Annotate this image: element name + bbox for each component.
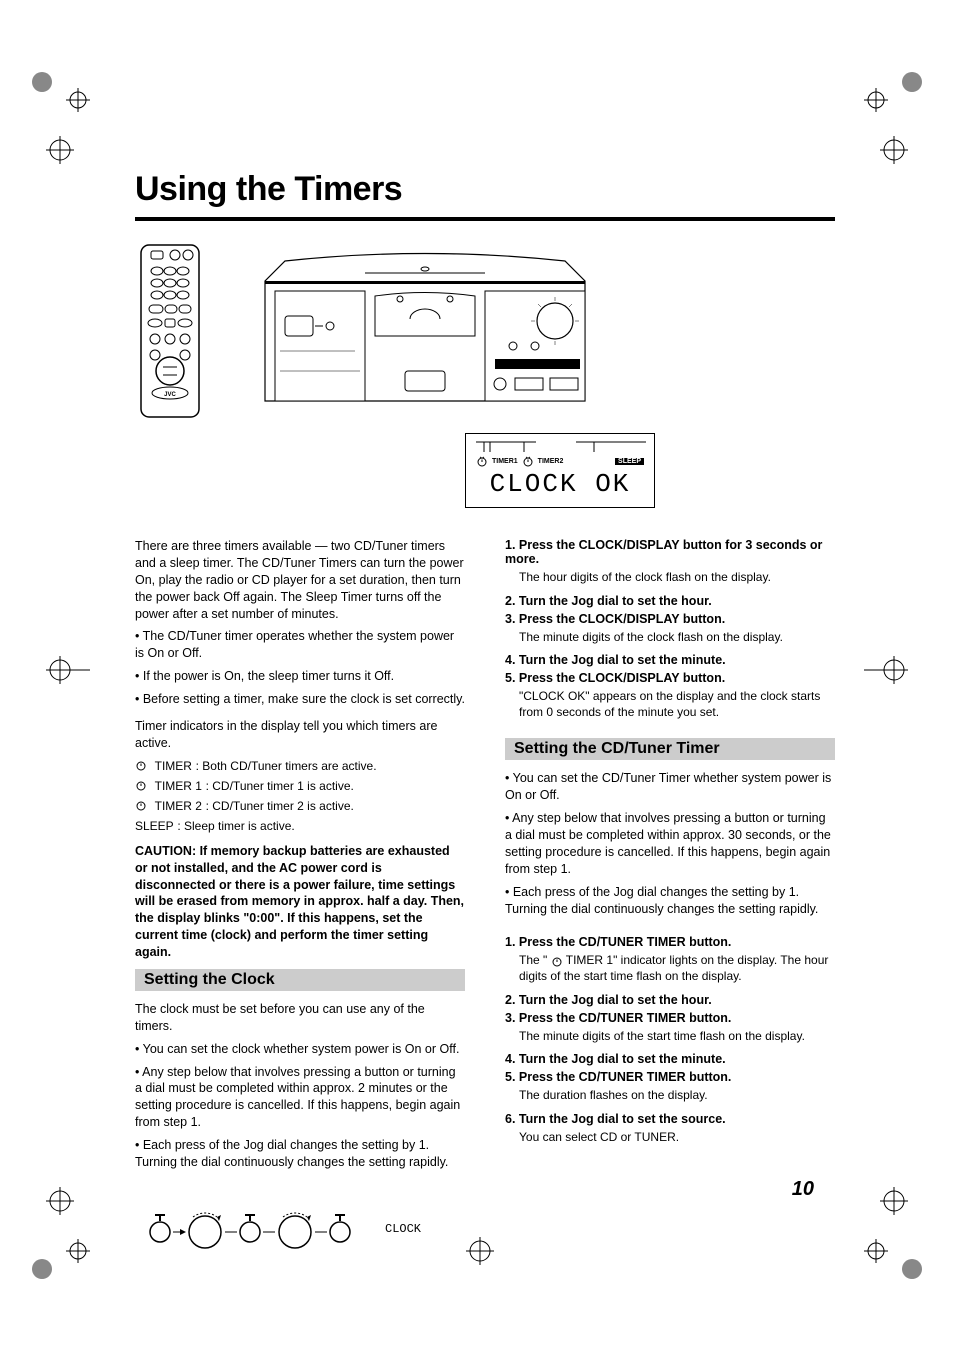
- clock-intro-0: The clock must be set before you can use…: [135, 1001, 465, 1035]
- cd-intro-0: • You can set the CD/Tuner Timer whether…: [505, 770, 835, 804]
- cd-step-3: 3. Press the CD/TUNER TIMER button.: [505, 1011, 731, 1025]
- indicator-0-label: TIMER: [155, 759, 192, 773]
- cd-step-6: 6. Turn the Jog dial to set the source.: [505, 1112, 726, 1126]
- indicators-intro: Timer indicators in the display tell you…: [135, 718, 465, 752]
- display-sleep-label: SLEEP: [615, 458, 644, 465]
- cd-step-2: 2. Turn the Jog dial to set the hour.: [505, 993, 712, 1007]
- heading-cd-timer: Setting the CD/Tuner Timer: [505, 738, 835, 760]
- indicator-2-label: TIMER 2: [155, 799, 202, 813]
- cd-step-1: 1. Press the CD/TUNER TIMER button.: [505, 935, 731, 949]
- regmark-mr: [864, 640, 924, 700]
- intro-para-0: There are three timers available — two C…: [135, 538, 465, 622]
- regmark-ml: [30, 640, 90, 700]
- indicator-0-desc: Both CD/Tuner timers are active.: [202, 759, 376, 773]
- timer-icon: [135, 759, 147, 771]
- clock-step-3-note: The minute digits of the clock flash on …: [519, 630, 835, 646]
- intro-para-3: • Before setting a timer, make sure the …: [135, 691, 465, 708]
- main-unit-figure: [235, 241, 615, 411]
- remote-control-figure: JVC: [135, 241, 205, 421]
- diagram-text: CLOCK OK: [385, 1222, 425, 1236]
- page-number: 10: [792, 1178, 814, 1201]
- timer-icon: [551, 955, 563, 967]
- clock-set-diagram: CLOCK OK: [145, 1197, 425, 1267]
- cd-step-5: 5. Press the CD/TUNER TIMER button.: [505, 1070, 731, 1084]
- clock-intro-1: • You can set the clock whether system p…: [135, 1041, 465, 1058]
- indicator-2-desc: CD/Tuner timer 2 is active.: [212, 799, 354, 813]
- page-title: Using the Timers: [135, 170, 835, 209]
- intro-para-1: • The CD/Tuner timer operates whether th…: [135, 628, 465, 662]
- regmark-tl2: [30, 120, 90, 180]
- clock-step-3: 3. Press the CLOCK/DISPLAY button.: [505, 612, 725, 626]
- timer-icon: [135, 799, 147, 811]
- timer-icon: [522, 455, 534, 467]
- timer-icon: [476, 455, 488, 467]
- timer-icon: [135, 779, 147, 791]
- intro-para-2: • If the power is On, the sleep timer tu…: [135, 668, 465, 685]
- display-timer2-label: TIMER2: [538, 458, 564, 465]
- indicator-1-label: TIMER 1: [155, 779, 202, 793]
- title-bar: Using the Timers: [135, 170, 835, 221]
- regmark-tr2: [864, 120, 924, 180]
- cd-step-1-note-b: TIMER 1" indicator lights on the display…: [519, 953, 828, 983]
- indicator-3-label: SLEEP: [135, 819, 174, 833]
- cd-step-1-note-a: The ": [519, 953, 547, 967]
- cd-intro-2: • Each press of the Jog dial changes the…: [505, 884, 835, 918]
- regmark-br2: [864, 1171, 924, 1231]
- display-timer1-label: TIMER1: [492, 458, 518, 465]
- clock-step-2: 2. Turn the Jog dial to set the hour.: [505, 594, 712, 608]
- cd-step-6-note: You can select CD or TUNER.: [519, 1130, 835, 1146]
- cd-step-4: 4. Turn the Jog dial to set the minute.: [505, 1052, 726, 1066]
- display-panel-figure: TIMER1 TIMER2 SLEEP CLOCK OK: [465, 433, 655, 508]
- clock-step-1: 1. Press the CLOCK/DISPLAY button for 3 …: [505, 538, 822, 566]
- cd-intro-1: • Any step below that involves pressing …: [505, 810, 835, 878]
- indicator-1-desc: CD/Tuner timer 1 is active.: [212, 779, 354, 793]
- svg-text:JVC: JVC: [164, 392, 176, 398]
- indicator-3-desc: Sleep timer is active.: [184, 819, 295, 833]
- heading-setting-clock: Setting the Clock: [135, 969, 465, 991]
- clock-intro-3: • Each press of the Jog dial changes the…: [135, 1137, 465, 1171]
- clock-step-1-note: The hour digits of the clock flash on th…: [519, 570, 835, 586]
- cd-step-5-note: The duration flashes on the display.: [519, 1088, 835, 1104]
- clock-intro-2: • Any step below that involves pressing …: [135, 1064, 465, 1132]
- clock-step-5: 5. Press the CLOCK/DISPLAY button.: [505, 671, 725, 685]
- display-text: CLOCK OK: [476, 469, 644, 499]
- clock-step-4: 4. Turn the Jog dial to set the minute.: [505, 653, 726, 667]
- caution-text: CAUTION: If memory backup batteries are …: [135, 843, 465, 961]
- cd-step-3-note: The minute digits of the start time flas…: [519, 1029, 835, 1045]
- regmark-bl2: [30, 1171, 90, 1231]
- clock-step-5-note: "CLOCK OK" appears on the display and th…: [519, 689, 835, 720]
